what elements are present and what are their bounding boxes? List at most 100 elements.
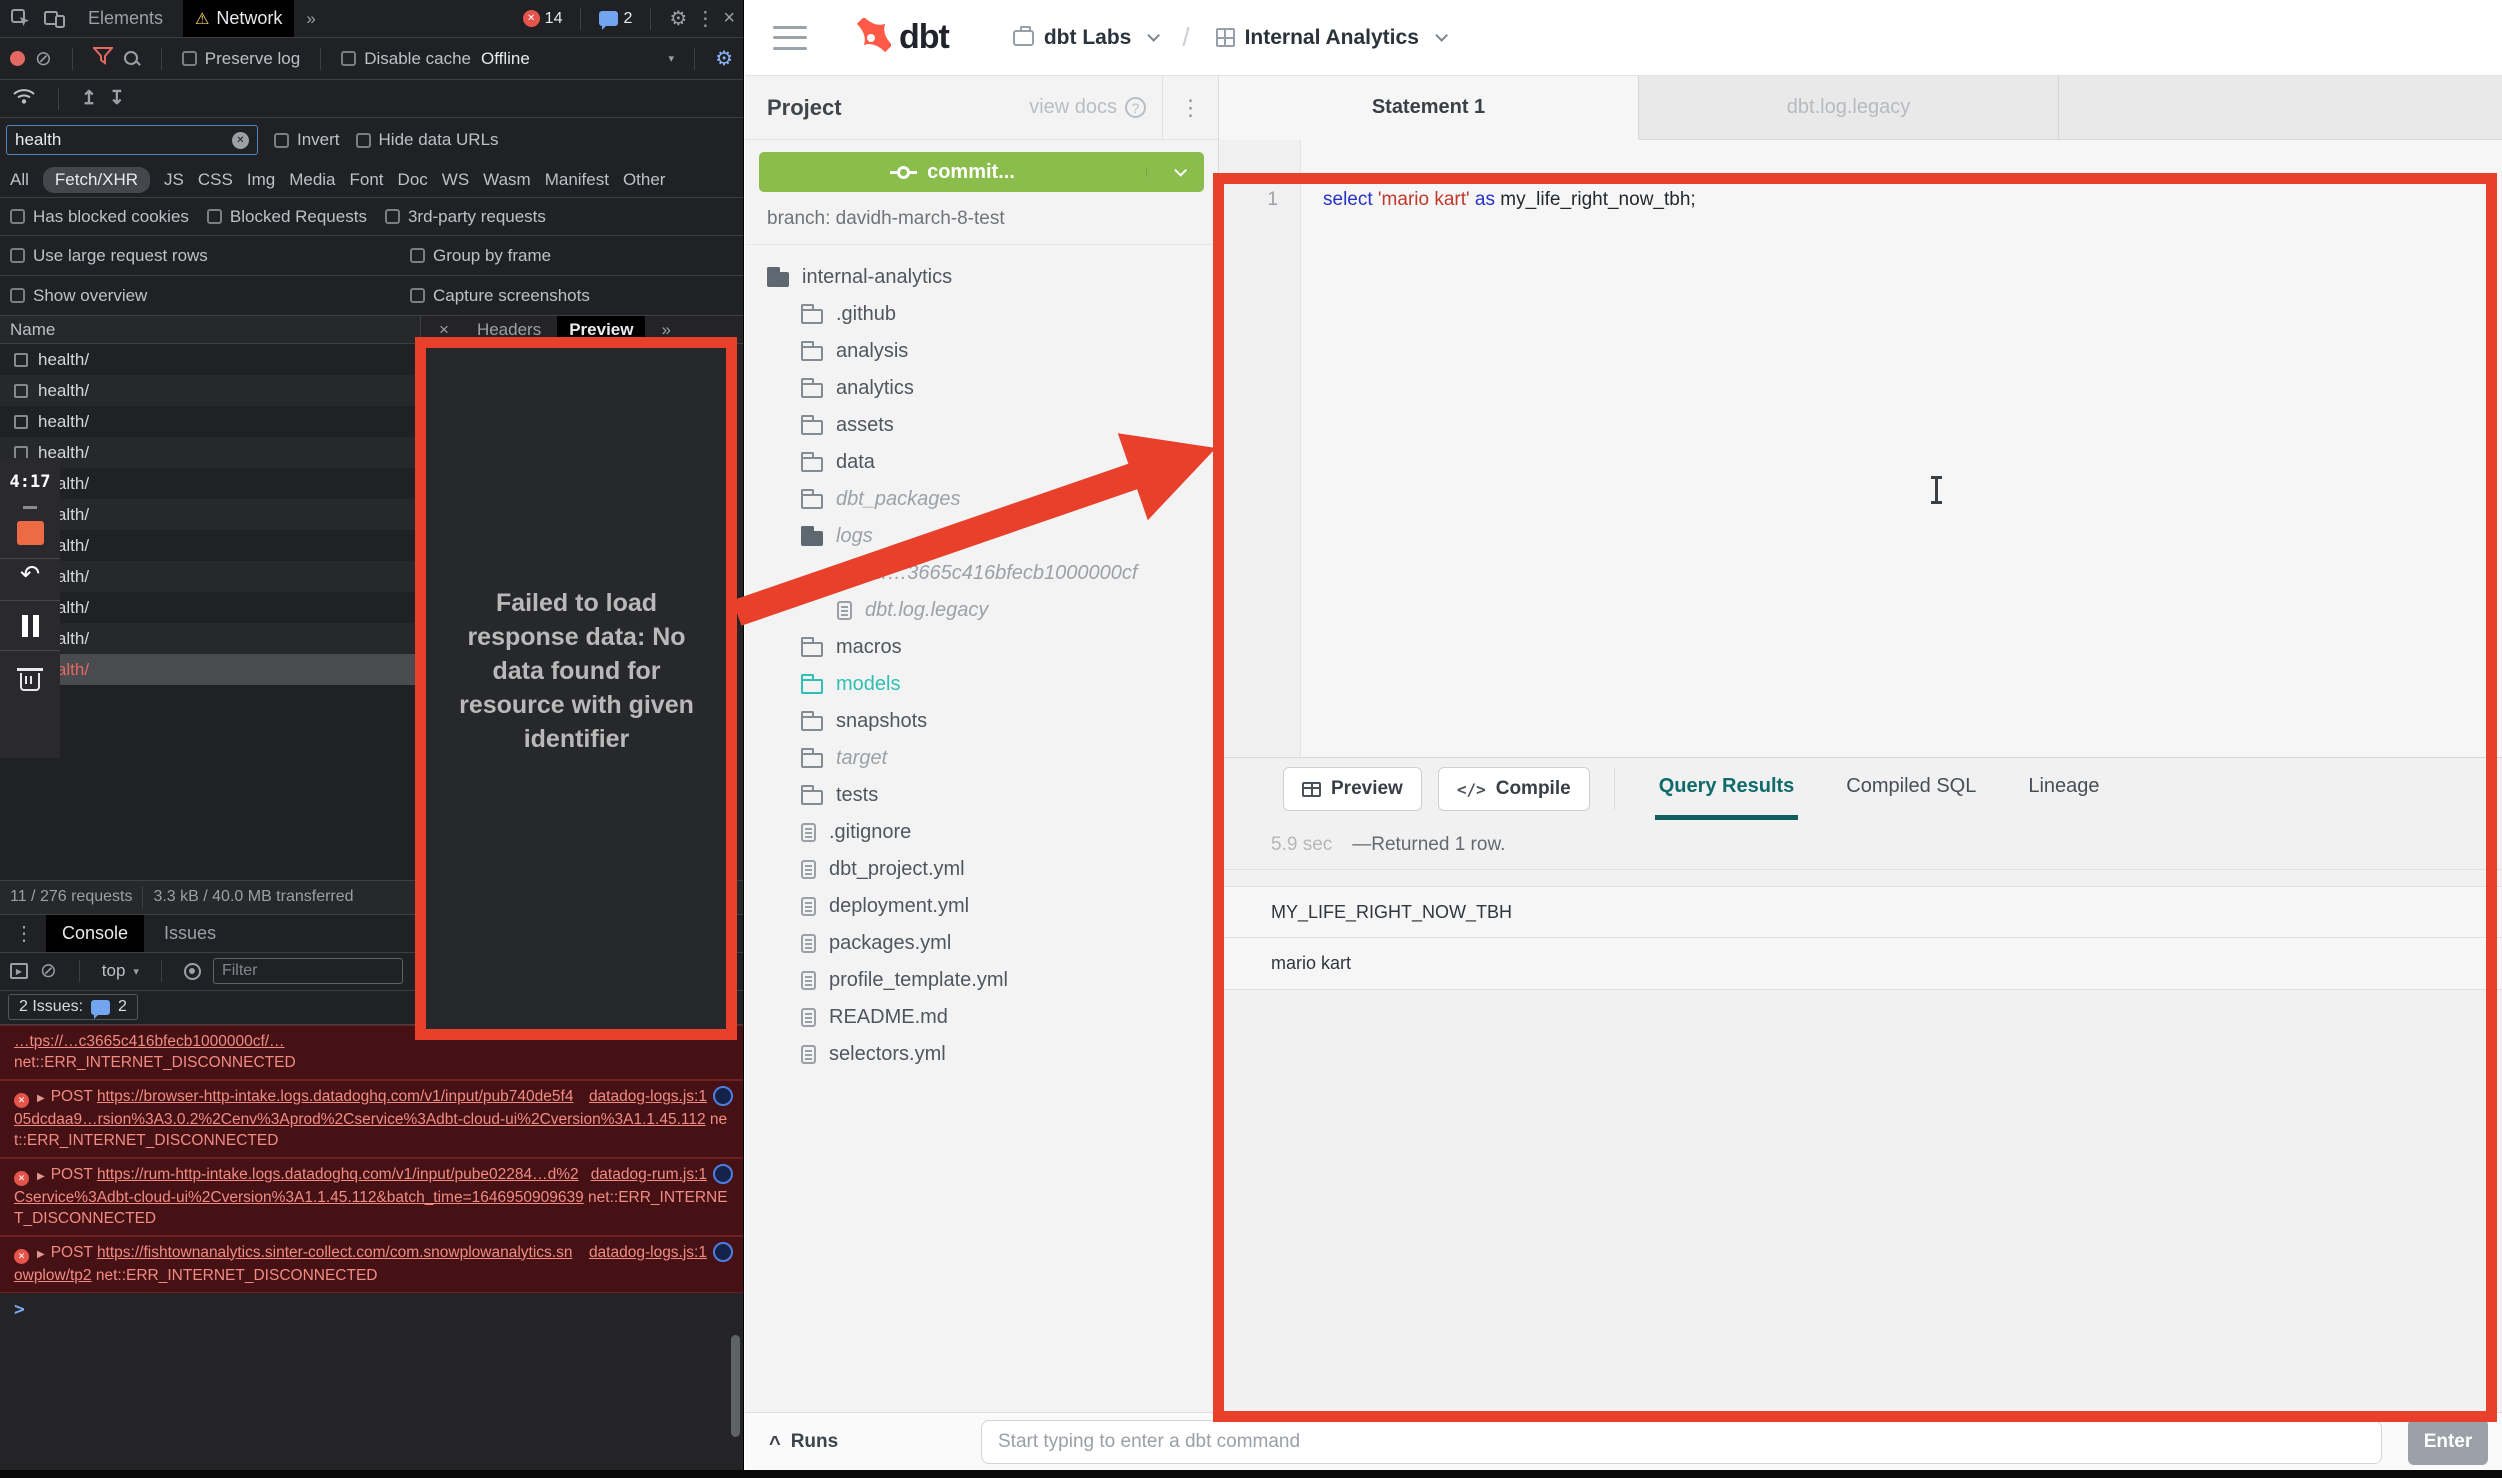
tree-item-profile-template-yml[interactable]: profile_template.yml: [745, 962, 1218, 999]
inspect-element-icon[interactable]: [8, 9, 34, 29]
invert-checkbox[interactable]: Invert: [274, 130, 340, 150]
device-toolbar-icon[interactable]: [42, 9, 68, 29]
export-har-icon[interactable]: ↧: [109, 87, 125, 110]
tree-item-dbt-project-yml[interactable]: dbt_project.yml: [745, 851, 1218, 888]
network-settings-gear-icon[interactable]: ⚙: [715, 46, 733, 71]
tab-dbt-log-legacy[interactable]: dbt.log.legacy: [1639, 76, 2059, 139]
expand-triangle-icon[interactable]: ▶: [37, 1093, 45, 1104]
view-docs-link[interactable]: view docs?: [1029, 96, 1146, 119]
detail-more-tabs-icon[interactable]: »: [649, 316, 682, 343]
tree-item-log-file[interactable]: .nf…3665c416bfecb1000000cf: [745, 555, 1218, 592]
tree-item-internal-analytics[interactable]: internal-analytics: [745, 259, 1218, 296]
tab-network[interactable]: ⚠Network: [183, 0, 294, 37]
delete-recording-icon[interactable]: [20, 673, 40, 691]
detail-close-icon[interactable]: ×: [427, 316, 461, 343]
tree-item-models[interactable]: models: [745, 666, 1218, 703]
request-row[interactable]: health/: [0, 592, 420, 623]
console-sidebar-icon[interactable]: [10, 963, 28, 979]
chip-doc[interactable]: Doc: [398, 170, 428, 190]
enter-button[interactable]: Enter: [2408, 1419, 2488, 1465]
network-filter-input[interactable]: health: [6, 125, 258, 155]
chip-all[interactable]: All: [10, 170, 29, 190]
recorder-minimize-icon[interactable]: [23, 506, 37, 509]
project-selector[interactable]: Internal Analytics: [1216, 26, 1444, 50]
commit-dropdown-icon[interactable]: [1146, 168, 1204, 177]
tree-item-logs[interactable]: logs: [745, 518, 1218, 555]
expand-triangle-icon[interactable]: ▶: [37, 1171, 45, 1182]
tab-statement-1[interactable]: Statement 1: [1219, 76, 1639, 140]
group-by-frame-checkbox[interactable]: Group by frame: [410, 246, 551, 266]
console-source-link[interactable]: datadog-logs.js:1: [589, 1086, 707, 1107]
dbt-logo[interactable]: dbt: [851, 18, 949, 58]
hamburger-menu-icon[interactable]: [773, 26, 807, 50]
chip-css[interactable]: CSS: [198, 170, 233, 190]
console-prompt[interactable]: >: [0, 1293, 743, 1320]
tree-item-macros[interactable]: macros: [745, 629, 1218, 666]
request-row[interactable]: health/: [0, 375, 420, 406]
clear-network-log-icon[interactable]: ⊘: [35, 49, 52, 69]
tree-item-data[interactable]: data: [745, 444, 1218, 481]
request-row[interactable]: health/: [0, 623, 420, 654]
tree-item-github[interactable]: .github: [745, 296, 1218, 333]
tab-compiled-sql[interactable]: Compiled SQL: [1842, 758, 1980, 820]
compile-button[interactable]: </>Compile: [1438, 767, 1590, 811]
blocked-requests-checkbox[interactable]: Blocked Requests: [207, 207, 367, 227]
import-har-icon[interactable]: ↥: [81, 87, 97, 110]
expand-triangle-icon[interactable]: ▶: [37, 1249, 45, 1260]
record-network-log-icon[interactable]: [10, 51, 25, 66]
error-count-badge[interactable]: 14: [523, 10, 563, 28]
tree-item-deployment-yml[interactable]: deployment.yml: [745, 888, 1218, 925]
disable-cache-checkbox[interactable]: Disable cache: [341, 49, 471, 69]
capture-screenshots-checkbox[interactable]: Capture screenshots: [410, 286, 590, 306]
chip-wasm[interactable]: Wasm: [483, 170, 531, 190]
show-overview-checkbox[interactable]: Show overview: [10, 286, 410, 306]
request-row[interactable]: health/: [0, 406, 420, 437]
console-url-link[interactable]: https://rum-http-intake.logs.datadoghq.c…: [14, 1166, 584, 1206]
console-url-link[interactable]: …tps://…c3665c416bfecb1000000cf/…: [14, 1033, 285, 1050]
tab-query-results[interactable]: Query Results: [1655, 758, 1799, 820]
tree-item-analytics[interactable]: analytics: [745, 370, 1218, 407]
tree-item-analysis[interactable]: analysis: [745, 333, 1218, 370]
throttling-select[interactable]: Offline: [481, 49, 530, 69]
console-source-link[interactable]: datadog-rum.js:1: [591, 1164, 707, 1185]
tree-item-assets[interactable]: assets: [745, 407, 1218, 444]
third-party-requests-checkbox[interactable]: 3rd-party requests: [385, 207, 546, 227]
tree-item-dbt-log-legacy[interactable]: dbt.log.legacy: [745, 592, 1218, 629]
request-row[interactable]: health/: [0, 499, 420, 530]
tree-item-readme-md[interactable]: README.md: [745, 999, 1218, 1036]
request-row[interactable]: health/: [0, 468, 420, 499]
dbt-command-input[interactable]: [981, 1420, 2382, 1464]
chip-font[interactable]: Font: [350, 170, 384, 190]
devtools-close-icon[interactable]: ×: [723, 7, 735, 30]
tab-elements[interactable]: Elements: [76, 0, 175, 37]
tab-console[interactable]: Console: [46, 915, 144, 952]
console-source-link[interactable]: datadog-logs.js:1: [589, 1242, 707, 1263]
hide-data-urls-checkbox[interactable]: Hide data URLs: [356, 130, 499, 150]
throttling-dropdown-icon[interactable]: ▾: [669, 52, 675, 65]
chip-media[interactable]: Media: [289, 170, 335, 190]
account-selector[interactable]: dbt Labs: [1013, 26, 1157, 50]
project-menu-icon[interactable]: ⋮: [1162, 76, 1218, 139]
runs-toggle[interactable]: ^Runs: [769, 1430, 981, 1453]
pause-recording-icon[interactable]: [22, 615, 39, 637]
console-filter-input[interactable]: [213, 958, 403, 984]
use-large-request-rows-checkbox[interactable]: Use large request rows: [10, 246, 410, 266]
preserve-log-checkbox[interactable]: Preserve log: [182, 49, 300, 69]
request-row[interactable]: health/: [0, 561, 420, 592]
more-tabs-icon[interactable]: »: [302, 9, 319, 29]
tree-item-gitignore[interactable]: .gitignore: [745, 814, 1218, 851]
tree-item-selectors-yml[interactable]: selectors.yml: [745, 1036, 1218, 1073]
chip-img[interactable]: Img: [247, 170, 275, 190]
chip-ws[interactable]: WS: [442, 170, 469, 190]
chip-fetch-xhr[interactable]: Fetch/XHR: [43, 167, 150, 193]
context-select[interactable]: top▾: [102, 961, 139, 981]
request-row[interactable]: health/: [0, 344, 420, 375]
tab-lineage[interactable]: Lineage: [2024, 758, 2103, 820]
network-conditions-icon[interactable]: [12, 87, 36, 110]
console-scrollbar[interactable]: [731, 1335, 740, 1437]
tab-preview[interactable]: Preview: [557, 316, 645, 343]
tree-item-dbt-packages[interactable]: dbt_packages: [745, 481, 1218, 518]
has-blocked-cookies-checkbox[interactable]: Has blocked cookies: [10, 207, 189, 227]
filter-funnel-icon[interactable]: [93, 47, 113, 70]
tab-headers[interactable]: Headers: [465, 316, 553, 343]
